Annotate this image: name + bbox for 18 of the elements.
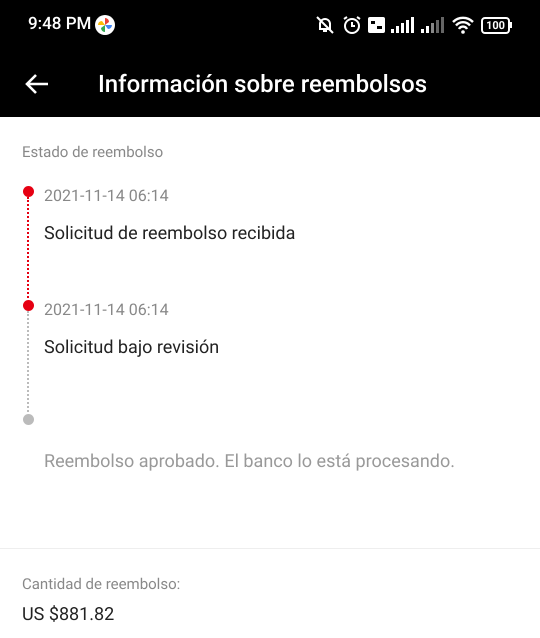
amount-value: US $881.82: [22, 603, 116, 627]
wifi-icon: [451, 16, 476, 34]
alarm-icon: [342, 15, 362, 35]
app-icon: [95, 15, 116, 35]
step-description: Solicitud bajo revisión: [44, 336, 220, 360]
signal-icon: [421, 17, 446, 33]
step-time: 2021-11-14 06:14: [44, 298, 170, 320]
step-time: 2021-11-14 06:14: [44, 184, 170, 206]
muted-bell-icon: [314, 15, 336, 35]
battery-icon: 100: [481, 16, 512, 34]
back-arrow-icon[interactable]: [24, 72, 50, 94]
step-description: Reembolso aprobado. El banco lo está procesando.: [44, 450, 455, 474]
step-description: Solicitud de reembolso recibida: [44, 222, 296, 246]
status-time: 9:48 PM: [28, 13, 92, 36]
section-label: Estado de reembolso: [22, 142, 164, 163]
signal-icon: [391, 17, 416, 33]
amount-label: Cantidad de reembolso:: [22, 574, 182, 594]
page-title: Información sobre reembolsos: [98, 68, 428, 100]
